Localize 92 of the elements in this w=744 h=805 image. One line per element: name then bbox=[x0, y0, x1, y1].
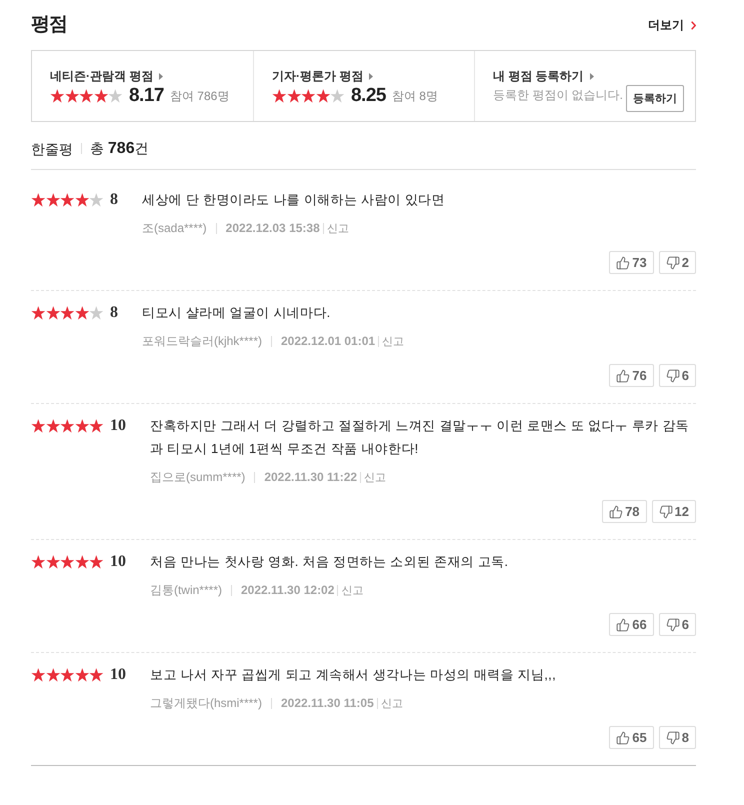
star-icon bbox=[46, 668, 60, 682]
star-icon bbox=[330, 89, 345, 103]
thumbs-down-icon bbox=[658, 504, 673, 518]
star-icon bbox=[60, 192, 75, 206]
star-icon bbox=[89, 554, 104, 568]
review-date: 2022.12.03 15:38 bbox=[226, 221, 320, 235]
review-score: 10 bbox=[110, 416, 126, 434]
review-text: 티모시 샬라메 얼굴이 시네마다. bbox=[142, 304, 332, 322]
thumbs-down-icon bbox=[666, 368, 680, 382]
thumbs-up-icon bbox=[609, 504, 624, 518]
like-button[interactable]: 73 bbox=[609, 251, 654, 274]
star-icon bbox=[89, 668, 104, 682]
thumbs-down-icon bbox=[666, 730, 680, 744]
dislike-button[interactable]: 12 bbox=[652, 500, 696, 523]
review-date: 2022.11.30 11:05 bbox=[280, 696, 374, 710]
review-score: 10 bbox=[110, 552, 126, 570]
caret-icon bbox=[369, 72, 374, 80]
star-icon bbox=[46, 418, 60, 432]
reviewer-name: 포워드락슬러(kjhk****) bbox=[142, 332, 262, 350]
empty-rating-message: 등록한 평점이 없습니다. bbox=[493, 87, 624, 104]
review-score: 8 bbox=[110, 304, 118, 322]
star-icon bbox=[31, 554, 46, 568]
review-text: 처음 만나는 첫사랑 영화. 처음 정면하는 소외된 존재의 고독. bbox=[150, 553, 510, 571]
review-count: 총 786건 bbox=[90, 139, 149, 159]
star-icon bbox=[50, 89, 65, 103]
star-icon bbox=[46, 554, 60, 568]
participant-count: 참여 8명 bbox=[392, 88, 438, 104]
star-icon bbox=[89, 306, 104, 320]
reviews-title: 한줄평 bbox=[31, 140, 73, 158]
review-date: 2022.12.01 01:01 bbox=[280, 334, 376, 348]
rating-category-link[interactable]: 기자·평론가 평점 bbox=[272, 67, 374, 85]
dislike-button[interactable]: 2 bbox=[658, 251, 696, 274]
review-text: 잔혹하지만 그래서 더 강렬하고 절절하게 느껴진 결말ㅜㅜ 이런 로맨스 또 없다ㅜ 루카 감독과 티모시 1년에 1편씩 무조건 작품 내야한다! bbox=[150, 417, 690, 458]
review-date: 2022.11.30 12:02 bbox=[240, 583, 334, 597]
review-score: 8 bbox=[110, 190, 118, 208]
thumbs-up-icon bbox=[616, 618, 630, 632]
star-icon bbox=[46, 192, 60, 206]
rating-category-link[interactable]: 네티즌·관람객 평점 bbox=[50, 67, 164, 85]
section-title: 평점 bbox=[31, 13, 67, 37]
star-icon bbox=[108, 89, 123, 103]
like-button[interactable]: 65 bbox=[609, 726, 654, 749]
star-icon bbox=[89, 418, 104, 432]
star-icon bbox=[74, 418, 90, 432]
star-icon bbox=[64, 89, 80, 103]
thumbs-up-icon bbox=[616, 256, 630, 270]
star-icon bbox=[74, 306, 90, 320]
chevron-right-icon bbox=[691, 20, 696, 30]
star-icon bbox=[60, 306, 75, 320]
average-score: 8.17 bbox=[128, 85, 164, 107]
average-score: 8.25 bbox=[350, 85, 386, 107]
dislike-button[interactable]: 8 bbox=[658, 726, 696, 749]
register-rating-link[interactable]: 내 평점 등록하기 bbox=[493, 67, 594, 85]
review-date: 2022.11.30 11:22 bbox=[264, 470, 358, 484]
star-icon bbox=[272, 89, 287, 103]
review-text: 세상에 단 한명이라도 나를 이해하는 사람이 있다면 bbox=[142, 191, 446, 209]
review-score: 10 bbox=[110, 666, 126, 684]
star-icon bbox=[316, 89, 330, 103]
caret-icon bbox=[159, 72, 164, 80]
star-icon bbox=[31, 306, 46, 320]
register-button[interactable]: 등록하기 bbox=[626, 85, 684, 112]
like-button[interactable]: 66 bbox=[609, 613, 654, 636]
star-icon bbox=[31, 418, 46, 432]
star-icon bbox=[46, 306, 60, 320]
star-icon bbox=[31, 668, 46, 682]
star-icon bbox=[94, 89, 108, 103]
reviewer-name: 집으로(summ****) bbox=[150, 468, 246, 486]
star-icon bbox=[74, 668, 90, 682]
dislike-button[interactable]: 6 bbox=[658, 364, 696, 387]
participant-count: 참여 786명 bbox=[170, 88, 230, 104]
star-icon bbox=[89, 192, 104, 206]
like-button[interactable]: 78 bbox=[602, 500, 647, 523]
star-icon bbox=[301, 89, 316, 103]
star-icon bbox=[31, 192, 46, 206]
star-icon bbox=[60, 668, 75, 682]
review-text: 보고 나서 자꾸 곱씹게 되고 계속해서 생각나는 마성의 매력을 지님,,, bbox=[150, 666, 558, 684]
thumbs-down-icon bbox=[666, 256, 680, 270]
star-icon bbox=[79, 89, 94, 103]
star-icon bbox=[60, 418, 75, 432]
reviewer-name: 그렇게됐다(hsmi****) bbox=[150, 694, 262, 712]
reviewer-name: 조(sada****) bbox=[142, 220, 207, 236]
thumbs-up-icon bbox=[616, 730, 630, 744]
star-icon bbox=[74, 554, 90, 568]
thumbs-down-icon bbox=[666, 618, 680, 632]
reviewer-name: 김통(twin****) bbox=[150, 582, 222, 598]
caret-icon bbox=[590, 72, 594, 80]
star-icon bbox=[286, 89, 302, 103]
dislike-button[interactable]: 6 bbox=[658, 613, 696, 636]
star-icon bbox=[74, 192, 90, 206]
like-button[interactable]: 76 bbox=[609, 364, 654, 387]
more-link[interactable]: 더보기 bbox=[648, 17, 696, 33]
thumbs-up-icon bbox=[616, 368, 630, 382]
star-icon bbox=[60, 554, 75, 568]
